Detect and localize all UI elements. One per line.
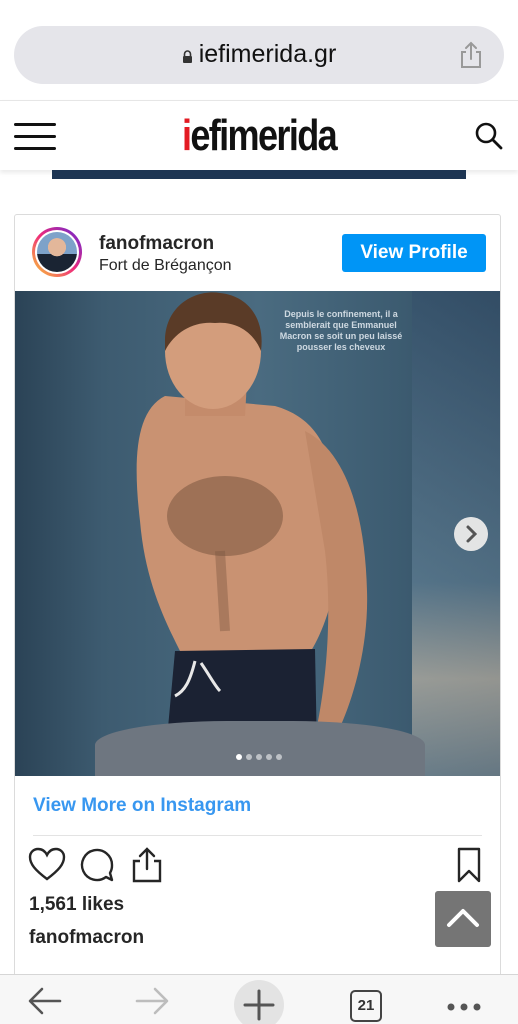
instagram-username[interactable]: fanofmacron	[99, 233, 214, 255]
carousel-dot	[255, 754, 262, 760]
url-text: iefimerida.gr	[198, 40, 337, 68]
plus-icon[interactable]	[233, 979, 285, 1024]
instagram-location[interactable]: Fort de Brégançon	[99, 257, 232, 275]
carousel-dot	[275, 754, 282, 760]
ad-banner-strip	[52, 170, 466, 179]
instagram-embed: fanofmacron Fort de Brégançon View Profi…	[14, 214, 501, 994]
url-display[interactable]: iefimerida.gr	[14, 40, 504, 69]
bookmark-icon[interactable]	[449, 845, 489, 885]
carousel-dot	[265, 754, 272, 760]
likes-count[interactable]: 1,561 likes	[29, 894, 124, 916]
divider	[33, 835, 482, 836]
site-logo[interactable]: iefimerida	[47, 111, 472, 161]
chevron-right-icon[interactable]	[454, 517, 488, 551]
heart-icon[interactable]	[27, 845, 67, 885]
more-icon[interactable]	[444, 983, 484, 1019]
browser-toolbar: 21	[0, 974, 518, 1024]
caption-username[interactable]: fanofmacron	[29, 927, 144, 949]
back-arrow-icon[interactable]	[26, 983, 64, 1019]
address-bar[interactable]: iefimerida.gr	[14, 26, 504, 84]
lock-icon	[182, 50, 192, 63]
carousel-dot	[245, 754, 252, 760]
comment-icon[interactable]	[77, 845, 117, 885]
logo-prefix: i	[181, 111, 192, 160]
share-icon[interactable]	[127, 845, 167, 885]
instagram-actions	[27, 845, 487, 885]
carousel-dots	[15, 747, 500, 765]
logo-text: efimerida	[190, 111, 337, 160]
view-profile-button[interactable]: View Profile	[342, 234, 486, 272]
instagram-header: fanofmacron Fort de Brégançon View Profi…	[15, 215, 500, 291]
forward-arrow-icon[interactable]	[133, 983, 171, 1019]
search-icon[interactable]	[474, 121, 504, 151]
tabs-icon[interactable]: 21	[350, 990, 382, 1022]
photo-figure	[136, 292, 368, 761]
avatar[interactable]	[32, 227, 82, 277]
instagram-photo[interactable]: Depuis le confinement, il a semblerait q…	[15, 291, 500, 776]
view-more-on-instagram-link[interactable]: View More on Instagram	[33, 795, 251, 817]
share-icon[interactable]	[458, 41, 484, 69]
browser-address-area: iefimerida.gr	[0, 0, 518, 100]
site-header: iefimerida	[0, 100, 518, 170]
photo-overlay-text: Depuis le confinement, il a semblerait q…	[279, 309, 403, 352]
carousel-dot-active	[235, 754, 242, 760]
chevron-up-icon[interactable]	[435, 891, 491, 947]
